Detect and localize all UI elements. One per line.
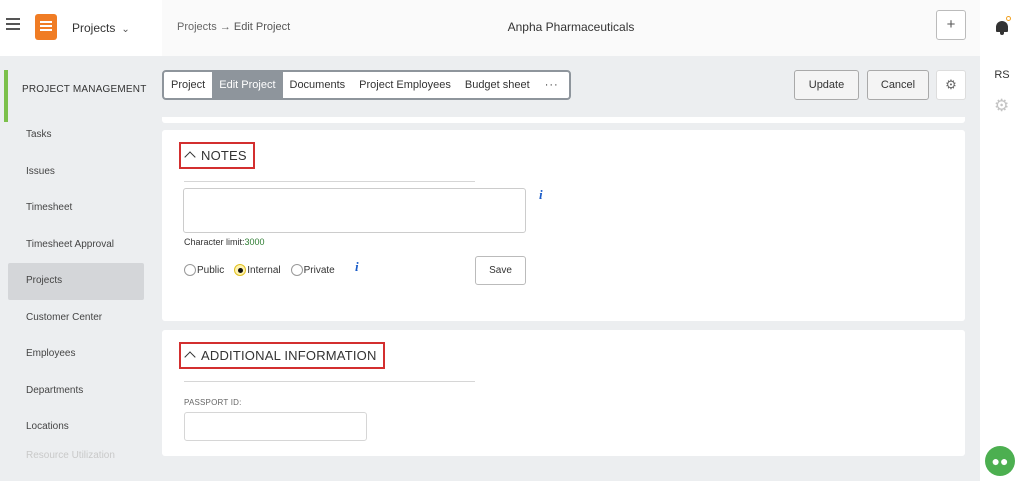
additional-title: ADDITIONAL INFORMATION — [201, 348, 377, 363]
app-module-label: Projects — [72, 21, 116, 35]
sidebar-item-issues[interactable]: Issues — [8, 154, 144, 191]
passport-id-label: PASSPORT ID: — [184, 398, 242, 407]
visibility-private-option[interactable]: Private — [290, 264, 335, 276]
user-avatar[interactable]: RS — [980, 69, 1024, 81]
cancel-button[interactable]: Cancel — [867, 70, 929, 100]
notes-title: NOTES — [201, 148, 247, 163]
additional-information-card: ADDITIONAL INFORMATION PASSPORT ID: — [162, 330, 965, 456]
update-button[interactable]: Update — [794, 70, 859, 100]
sidebar-item-customer-center[interactable]: Customer Center — [8, 300, 144, 337]
caret-up-icon — [184, 351, 196, 363]
chevron-down-icon: ⌄ — [121, 24, 130, 35]
app-logo-icon[interactable] — [35, 14, 57, 40]
character-limit-value: 3000 — [244, 237, 265, 247]
character-limit-label: Character limit: — [184, 237, 245, 247]
notes-card: NOTES i Character limit:3000 Public Inte… — [162, 130, 965, 321]
visibility-internal-label: Internal — [247, 264, 281, 276]
save-notes-button[interactable]: Save — [475, 256, 526, 285]
app-module-menu[interactable]: Projects ⌄ — [72, 21, 130, 35]
sidebar: PROJECT MANAGEMENT Tasks Issues Timeshee… — [0, 56, 162, 481]
visibility-public-label: Public — [197, 264, 225, 276]
character-limit: Character limit:3000 — [184, 237, 265, 247]
project-tabs: Project Edit Project Documents Project E… — [162, 70, 571, 100]
top-bar: Projects ⌄ Projects → Edit Project Anpha … — [0, 0, 1024, 56]
right-rail: RS ⚙ ●● — [980, 0, 1024, 481]
passport-id-input[interactable] — [184, 412, 367, 441]
sidebar-section-title: PROJECT MANAGEMENT — [4, 70, 154, 122]
sidebar-item-employees[interactable]: Employees — [8, 336, 144, 373]
sidebar-item-resource-utilization[interactable]: Resource Utilization — [8, 446, 144, 466]
chat-icon[interactable]: ●● — [985, 446, 1015, 476]
company-name: Anpha Pharmaceuticals — [507, 20, 635, 34]
bell-icon[interactable] — [995, 16, 1011, 35]
visibility-public-option[interactable]: Public — [184, 264, 224, 276]
hamburger-icon[interactable] — [6, 18, 20, 30]
plus-icon: + — [946, 16, 956, 33]
previous-card-bottom — [162, 117, 965, 123]
tab-edit-project[interactable]: Edit Project — [212, 72, 283, 98]
visibility-public-radio[interactable] — [184, 264, 196, 276]
tab-budget-sheet[interactable]: Budget sheet — [458, 72, 537, 98]
visibility-internal-radio[interactable] — [234, 264, 247, 276]
notes-textarea[interactable] — [183, 188, 526, 233]
additional-section-toggle[interactable]: ADDITIONAL INFORMATION — [179, 342, 385, 369]
sidebar-list: Tasks Issues Timesheet Timesheet Approva… — [8, 117, 144, 466]
sidebar-item-locations[interactable]: Locations — [8, 409, 144, 446]
settings-button[interactable]: ⚙ — [936, 70, 966, 100]
tab-documents[interactable]: Documents — [283, 72, 353, 98]
add-button[interactable]: + — [936, 10, 966, 40]
top-bar-left: Projects ⌄ — [0, 0, 162, 56]
header: Projects → Edit Project Anpha Pharmaceut… — [162, 0, 980, 56]
visibility-info-icon[interactable]: i — [355, 259, 359, 275]
visibility-private-radio[interactable] — [290, 264, 303, 276]
notes-divider — [184, 181, 475, 182]
tab-project-employees[interactable]: Project Employees — [352, 72, 458, 98]
sidebar-item-departments[interactable]: Departments — [8, 373, 144, 410]
tab-more[interactable]: ··· — [537, 72, 569, 98]
gear-icon: ⚙ — [945, 77, 957, 92]
notes-section-toggle[interactable]: NOTES — [179, 142, 255, 169]
visibility-internal-option[interactable]: Internal — [234, 264, 281, 276]
visibility-radio-group: Public Internal Private — [184, 264, 345, 276]
gear-icon[interactable]: ⚙ — [994, 96, 1009, 116]
info-icon[interactable]: i — [539, 187, 543, 203]
caret-up-icon — [184, 151, 196, 163]
sidebar-item-timesheet[interactable]: Timesheet — [8, 190, 144, 227]
sidebar-item-timesheet-approval[interactable]: Timesheet Approval — [8, 227, 144, 264]
notification-dot — [1006, 16, 1011, 21]
visibility-private-label: Private — [303, 264, 335, 276]
tab-project[interactable]: Project — [164, 72, 212, 98]
sidebar-item-projects[interactable]: Projects — [8, 263, 144, 300]
additional-divider — [184, 381, 475, 382]
sidebar-item-tasks[interactable]: Tasks — [8, 117, 144, 154]
